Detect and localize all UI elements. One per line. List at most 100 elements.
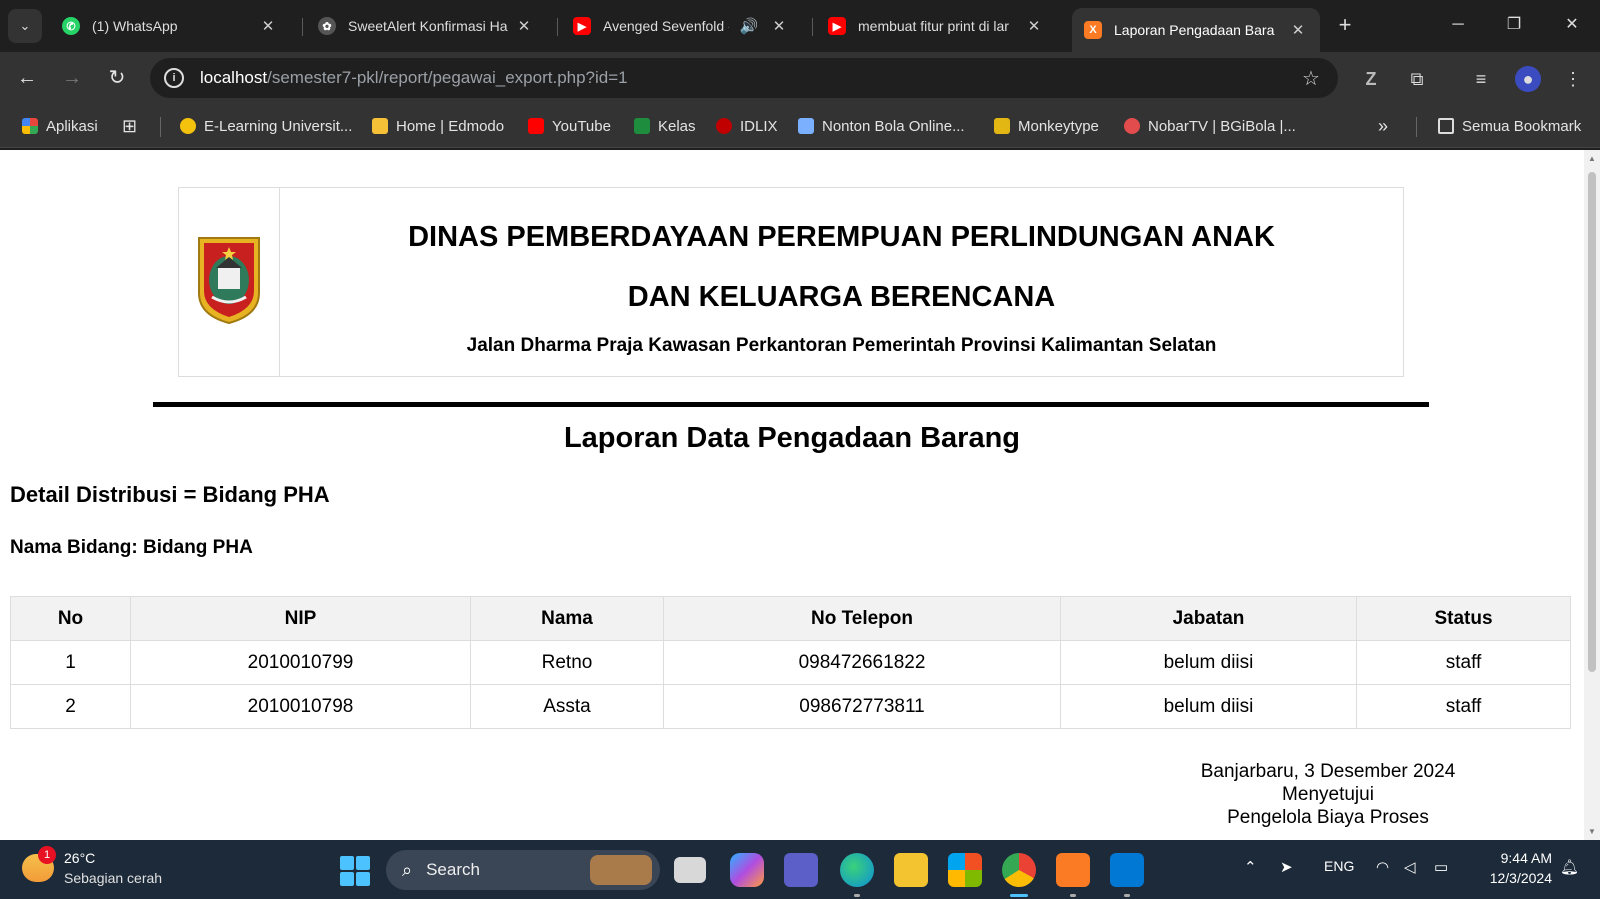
cell-telepon: 098672773811 (663, 684, 1061, 729)
signature-block: Banjarbaru, 3 Desember 2024 Menyetujui P… (1170, 760, 1486, 829)
close-tab-icon[interactable]: ✕ (1288, 21, 1308, 39)
bookmark-star-icon[interactable]: ☆ (1296, 66, 1326, 91)
weather-widget[interactable]: 1 26°C Sebagian cerah (22, 846, 222, 892)
notification-bell-icon[interactable]: 🔔︎ (1560, 858, 1579, 876)
tab-groups-icon[interactable]: ⊞ (122, 115, 137, 137)
windows-start-icon[interactable] (340, 856, 370, 886)
table-row: 2 2010010798 Assta 098672773811 belum di… (10, 684, 1571, 729)
task-view-icon[interactable] (674, 857, 706, 883)
bookmarks-bar: Aplikasi ⊞ E-Learning Universit... Home … (0, 104, 1600, 148)
close-tab-icon[interactable]: ✕ (769, 17, 789, 35)
page-scrollbar[interactable]: ▲ ▼ (1584, 150, 1600, 840)
tab-print-fitur[interactable]: ▶ membuat fitur print di lar ✕ (816, 8, 1056, 44)
logo-cell (178, 187, 280, 377)
bookmark-monkeytype[interactable]: Monkeytype (994, 115, 1099, 137)
letterhead: DINAS PEMBERDAYAAN PEREMPUAN PERLINDUNGA… (178, 187, 1404, 377)
tab-laporan-active[interactable]: X Laporan Pengadaan Bara ✕ (1072, 8, 1320, 52)
vscode-icon[interactable] (1110, 853, 1144, 887)
chrome-icon[interactable] (1002, 853, 1036, 887)
microsoft-store-icon[interactable] (948, 853, 982, 887)
site-info-icon[interactable]: i (164, 68, 184, 88)
copilot-icon[interactable] (730, 853, 764, 887)
column-header-nip: NIP (130, 596, 471, 641)
bookmark-nobartv[interactable]: NobarTV | BGiBola |... (1124, 115, 1296, 137)
tab-whatsapp[interactable]: ✆ (1) WhatsApp ✕ (50, 8, 290, 44)
teams-icon[interactable] (784, 853, 818, 887)
location-arrow-icon[interactable]: ➤ (1280, 858, 1293, 876)
wifi-icon[interactable]: ◠ (1376, 858, 1389, 876)
nobartv-icon (1124, 118, 1140, 134)
menu-kebab-icon[interactable]: ⋮ (1560, 66, 1586, 92)
close-tab-icon[interactable]: ✕ (1024, 17, 1044, 35)
audio-playing-icon[interactable]: 🔊 (735, 17, 763, 35)
tab-separator (812, 18, 813, 36)
cell-nip: 2010010799 (130, 640, 471, 685)
apps-grid-icon (22, 118, 38, 134)
cell-jabatan: belum diisi (1060, 684, 1357, 729)
address-bar[interactable]: i localhost/semester7-pkl/report/pegawai… (150, 58, 1338, 98)
cell-nama: Assta (470, 684, 664, 729)
search-icon: ⌕ (402, 859, 413, 880)
system-clock[interactable]: 9:44 AM 12/3/2024 (1468, 848, 1552, 888)
file-explorer-icon[interactable] (894, 853, 928, 887)
tab-separator (302, 18, 303, 36)
tab-sweetalert[interactable]: ✿ SweetAlert Konfirmasi Ha ✕ (306, 8, 546, 44)
bookmark-aplikasi[interactable]: Aplikasi (22, 115, 98, 137)
report-title: Laporan Data Pengadaan Barang (563, 422, 1021, 454)
new-tab-button[interactable]: + (1330, 10, 1360, 40)
scroll-up-arrow-icon[interactable]: ▲ (1584, 154, 1600, 163)
back-arrow-icon[interactable]: ← (12, 63, 42, 93)
bookmark-nonton-bola[interactable]: Nonton Bola Online... (798, 115, 965, 137)
organization-name-line1: DINAS PEMBERDAYAAN PEREMPUAN PERLINDUNGA… (408, 221, 1275, 253)
whatsapp-icon: ✆ (62, 17, 80, 35)
battery-icon[interactable]: ▭ (1434, 858, 1448, 876)
bookmark-edmodo[interactable]: Home | Edmodo (372, 115, 504, 137)
url-text[interactable]: localhost/semester7-pkl/report/pegawai_e… (200, 68, 1296, 88)
xampp-icon[interactable] (1056, 853, 1090, 887)
kalsel-emblem-logo (198, 236, 260, 324)
idlix-icon (716, 118, 732, 134)
letterhead-text-cell: DINAS PEMBERDAYAAN PEREMPUAN PERLINDUNGA… (279, 187, 1404, 377)
forward-arrow-icon[interactable]: → (57, 63, 87, 93)
close-window-icon[interactable]: ✕ (1552, 10, 1592, 40)
tab-avenged-sevenfold[interactable]: ▶ Avenged Sevenfold - 🔊 ✕ (561, 8, 801, 44)
volume-icon[interactable]: ◁ (1404, 858, 1416, 876)
column-header-nama: Nama (470, 596, 664, 641)
extensions-puzzle-icon[interactable]: ⧉ (1404, 66, 1430, 92)
restore-icon[interactable]: ❐ (1494, 10, 1534, 40)
tab-strip: ⌄ ✆ (1) WhatsApp ✕ ✿ SweetAlert Konfirma… (0, 0, 1600, 52)
windows-taskbar: 1 26°C Sebagian cerah ⌕ Search ⌃ ➤ ENG ◠… (0, 840, 1600, 899)
xampp-icon: X (1084, 21, 1102, 39)
column-header-telepon: No Telepon (663, 596, 1061, 641)
youtube-icon (528, 118, 544, 134)
media-control-icon[interactable]: ≡ (1468, 66, 1494, 92)
taskbar-search-box[interactable]: ⌕ Search (386, 850, 660, 890)
cell-nip: 2010010798 (130, 684, 471, 729)
close-tab-icon[interactable]: ✕ (258, 17, 278, 35)
show-hidden-icons-chevron-icon[interactable]: ⌃ (1244, 858, 1257, 876)
minimize-icon[interactable]: ─ (1438, 10, 1478, 40)
tab-search-button[interactable]: ⌄ (8, 9, 42, 43)
column-header-jabatan: Jabatan (1060, 596, 1357, 641)
close-tab-icon[interactable]: ✕ (514, 17, 534, 35)
edge-browser-icon[interactable] (840, 853, 874, 887)
profile-avatar[interactable]: ● (1515, 66, 1541, 92)
extension-z-icon[interactable]: Z (1358, 66, 1384, 92)
all-bookmarks-button[interactable]: Semua Bookmark (1438, 115, 1581, 137)
clock-time: 9:44 AM (1500, 850, 1552, 866)
openai-icon: ✿ (318, 17, 336, 35)
language-indicator[interactable]: ENG (1324, 858, 1354, 874)
bookmark-idlix[interactable]: IDLIX (716, 115, 778, 137)
monkeytype-icon (994, 118, 1010, 134)
signature-role: Pengelola Biaya Proses (1227, 807, 1429, 828)
bookmark-kelas[interactable]: Kelas (634, 115, 696, 137)
scroll-down-arrow-icon[interactable]: ▼ (1584, 827, 1600, 836)
scrollbar-thumb[interactable] (1588, 172, 1596, 672)
more-bookmarks-chevron-icon[interactable]: » (1378, 115, 1388, 137)
nonton-bola-icon (798, 118, 814, 134)
bookmark-elearning[interactable]: E-Learning Universit... (180, 115, 352, 137)
bookmark-youtube[interactable]: YouTube (528, 115, 611, 137)
edmodo-icon (372, 118, 388, 134)
reload-icon[interactable]: ↻ (102, 63, 132, 93)
youtube-icon: ▶ (573, 17, 591, 35)
